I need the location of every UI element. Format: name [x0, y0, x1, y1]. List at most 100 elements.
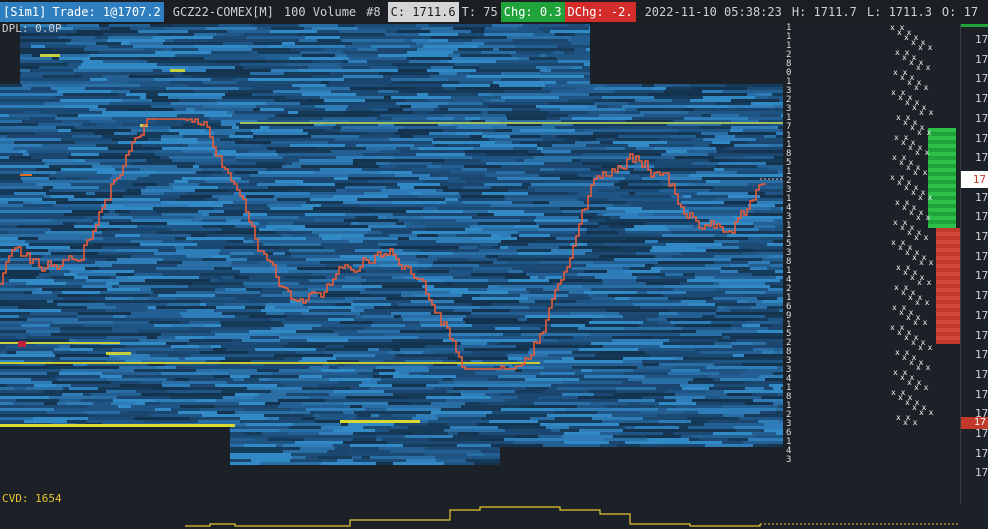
instrument-name[interactable]: GCZ22-COMEX[M]	[170, 2, 277, 22]
heat-cell	[235, 141, 271, 144]
heat-cell	[209, 117, 236, 120]
sim-account[interactable]: [Sim1]	[0, 2, 50, 22]
heat-cell	[496, 102, 549, 105]
heat-cell	[416, 42, 465, 45]
heat-cell	[619, 330, 672, 333]
heat-cell	[548, 111, 588, 114]
heat-cell	[51, 276, 74, 279]
price-axis[interactable]: 17 17 17 17 17 17 17 17 17 17 17 17 17 17 17 17 17 17 17 17…	[960, 24, 988, 504]
heat-cell	[113, 399, 155, 402]
heat-cell	[414, 186, 432, 189]
heat-cell	[419, 321, 465, 324]
heat-cell	[96, 144, 142, 147]
heat-cell	[354, 411, 416, 414]
heat-cell	[64, 249, 116, 252]
heat-cell	[364, 192, 412, 195]
heat-cell	[163, 42, 223, 45]
heat-cell	[179, 357, 185, 360]
cvd-panel[interactable]	[0, 490, 960, 529]
heat-cell	[342, 66, 370, 69]
heat-cell	[308, 132, 369, 135]
heat-cell	[0, 102, 44, 105]
heat-cell	[278, 405, 336, 408]
heat-cell	[31, 156, 68, 159]
heat-cell	[119, 213, 141, 216]
heat-cell	[0, 306, 18, 309]
heat-cell	[623, 360, 642, 363]
heat-cell	[512, 129, 520, 132]
heat-cell	[599, 255, 655, 258]
heat-cell	[360, 312, 391, 315]
heat-cell	[760, 114, 781, 117]
heat-cell	[195, 216, 238, 219]
heat-cell	[298, 345, 325, 348]
heat-cell	[258, 171, 314, 174]
heat-cell	[211, 78, 234, 81]
heat-cell	[581, 99, 594, 102]
heat-cell	[330, 402, 343, 405]
heat-cell	[363, 315, 394, 318]
heat-cell	[174, 348, 183, 351]
heat-cell	[556, 81, 567, 84]
heat-cell	[409, 372, 421, 375]
heat-cell	[775, 204, 783, 207]
heat-cell	[577, 171, 602, 174]
bar-type[interactable]: 100 Volume	[281, 2, 359, 22]
heat-cell	[498, 282, 553, 285]
heat-cell	[350, 87, 413, 90]
heat-cell	[0, 96, 55, 99]
heat-cell	[350, 444, 403, 447]
heat-cell	[774, 105, 783, 108]
heat-cell	[633, 303, 689, 306]
heat-cell	[97, 408, 155, 411]
heat-cell	[7, 351, 16, 354]
heat-cell	[513, 147, 537, 150]
heat-cell	[672, 126, 701, 129]
heat-cell	[715, 303, 721, 306]
heat-cell	[189, 204, 223, 207]
heat-cell	[596, 138, 615, 141]
heat-cell	[313, 414, 321, 417]
heat-cell	[235, 393, 259, 396]
heat-cell	[505, 99, 569, 102]
heat-cell	[83, 60, 103, 63]
heat-cell	[367, 180, 423, 183]
heat-cell	[696, 135, 715, 138]
heat-cell	[212, 270, 240, 273]
heat-cell	[86, 420, 143, 423]
heat-cell	[399, 297, 439, 300]
heat-cell	[461, 330, 521, 333]
heat-cell	[459, 81, 493, 84]
heat-cell	[576, 237, 627, 240]
heat-cell	[404, 39, 412, 42]
heat-cell	[406, 210, 452, 213]
heat-cell	[541, 150, 571, 153]
heat-cell	[215, 405, 278, 408]
heat-cell	[601, 363, 643, 366]
heat-cell	[57, 378, 107, 381]
ladder-text: x x	[913, 318, 928, 327]
heat-cell	[551, 429, 560, 432]
heat-cell	[419, 147, 473, 150]
heat-cell	[93, 402, 111, 405]
heat-cell	[398, 69, 427, 72]
dom-ladder[interactable]: x xx xx xx xx xx xx xx xx xx xx xx xx xx…	[878, 24, 960, 444]
heat-cell	[299, 39, 317, 42]
heat-cell	[94, 132, 114, 135]
heat-cell	[657, 414, 680, 417]
heat-cell	[497, 177, 560, 180]
heat-cell	[253, 39, 299, 42]
heat-cell	[626, 201, 681, 204]
order-book-heatmap[interactable]	[0, 24, 783, 494]
heat-cell	[70, 345, 126, 348]
heat-cell	[412, 231, 466, 234]
heat-cell	[146, 159, 172, 162]
heat-cell	[403, 108, 434, 111]
heat-cell	[546, 54, 595, 57]
heat-cell	[371, 378, 381, 381]
heat-cell	[278, 399, 325, 402]
heat-cell	[176, 201, 233, 204]
heat-cell	[183, 348, 213, 351]
heat-cell	[508, 261, 539, 264]
heat-cell	[645, 351, 700, 354]
